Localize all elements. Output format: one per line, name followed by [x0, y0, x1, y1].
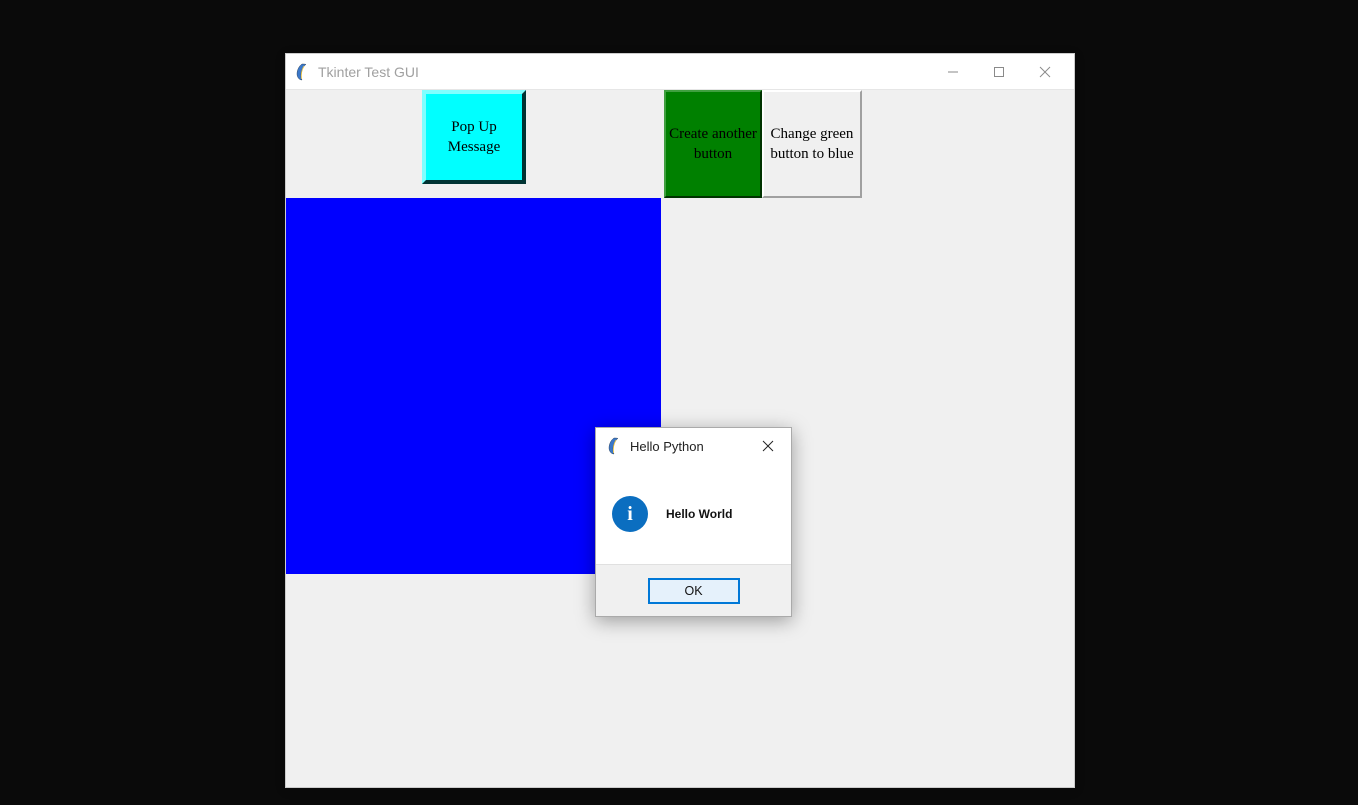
- window-title: Tkinter Test GUI: [318, 64, 930, 80]
- create-another-button[interactable]: Create another button: [664, 90, 762, 198]
- dialog-titlebar: Hello Python: [596, 428, 791, 464]
- dialog-body: i Hello World: [596, 464, 791, 564]
- main-window: Tkinter Test GUI Pop Up Message Create a…: [285, 53, 1075, 788]
- dialog-message: Hello World: [666, 507, 732, 521]
- popup-message-button-label: Pop Up Message: [426, 117, 522, 158]
- tkinter-feather-icon: [606, 437, 622, 455]
- info-icon: i: [612, 496, 648, 532]
- titlebar: Tkinter Test GUI: [286, 54, 1074, 90]
- ok-button-label: OK: [684, 584, 702, 598]
- info-icon-glyph: i: [627, 503, 633, 526]
- close-button[interactable]: [1022, 57, 1068, 87]
- maximize-button[interactable]: [976, 57, 1022, 87]
- create-another-button-label: Create another button: [666, 124, 760, 165]
- dialog-close-button[interactable]: [749, 432, 787, 460]
- dialog-title: Hello Python: [630, 439, 749, 454]
- window-controls: [930, 57, 1068, 87]
- minimize-button[interactable]: [930, 57, 976, 87]
- tkinter-feather-icon: [294, 63, 310, 81]
- dialog-footer: OK: [596, 564, 791, 616]
- messagebox-dialog: Hello Python i Hello World OK: [595, 427, 792, 617]
- change-green-to-blue-button-label: Change green button to blue: [764, 124, 860, 165]
- ok-button[interactable]: OK: [648, 578, 740, 604]
- popup-message-button[interactable]: Pop Up Message: [422, 90, 526, 184]
- change-green-to-blue-button[interactable]: Change green button to blue: [762, 90, 862, 198]
